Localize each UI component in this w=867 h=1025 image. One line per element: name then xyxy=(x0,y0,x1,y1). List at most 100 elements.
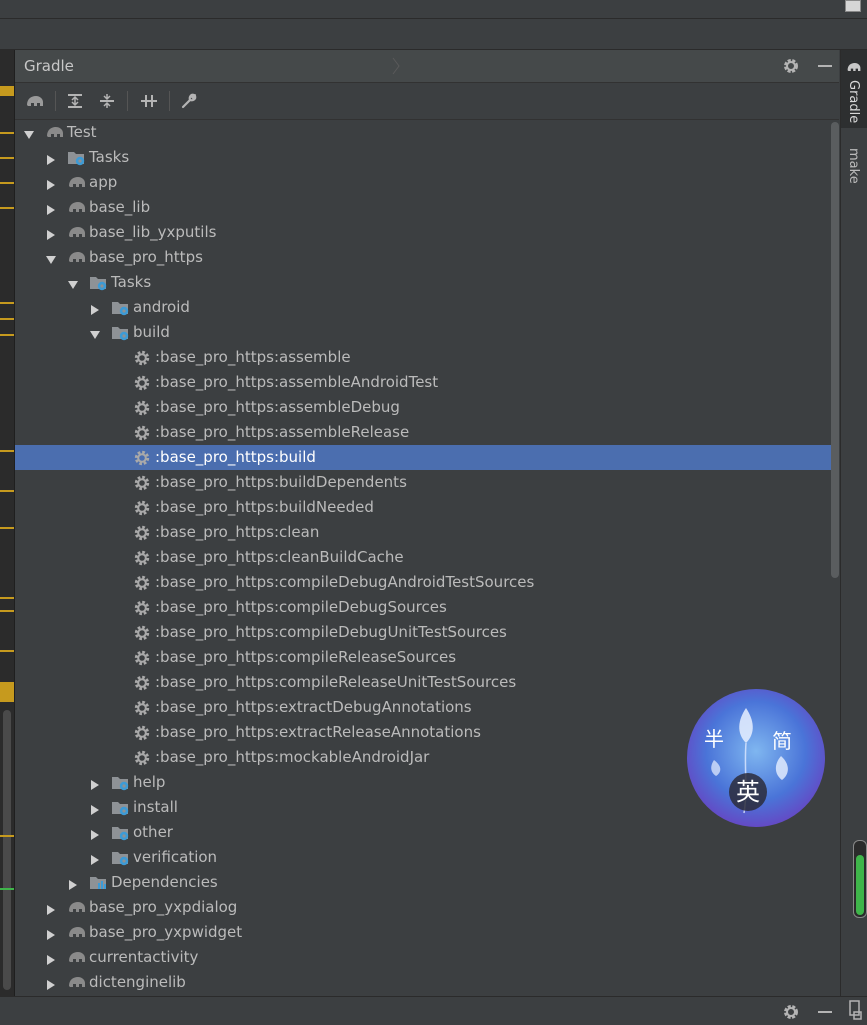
expand-arrow-icon[interactable] xyxy=(45,977,57,990)
tree-item[interactable]: :base_pro_https:assemble xyxy=(15,345,839,370)
collapse-all-icon[interactable] xyxy=(95,89,119,113)
tree-item[interactable]: :base_pro_https:assembleDebug xyxy=(15,395,839,420)
toggle-offline-icon[interactable] xyxy=(137,89,161,113)
expand-arrow-icon[interactable] xyxy=(45,202,57,215)
gutter-marker xyxy=(0,490,14,492)
minimize-icon[interactable] xyxy=(816,57,834,75)
tree-item-label: currentactivity xyxy=(89,948,199,966)
tab-gradle[interactable]: Gradle xyxy=(841,50,867,128)
tab-gradle-label: Gradle xyxy=(846,80,861,124)
tree-item-label: install xyxy=(133,798,178,816)
tree-item[interactable]: :base_pro_https:compileDebugAndroidTestS… xyxy=(15,570,839,595)
gear-icon xyxy=(133,424,151,442)
tree-item-label: build xyxy=(133,323,170,341)
tree-item[interactable]: :base_pro_https:compileReleaseSources xyxy=(15,645,839,670)
tasks-folder-icon xyxy=(111,324,129,342)
gear-icon xyxy=(133,599,151,617)
gear-icon xyxy=(133,449,151,467)
wrench-icon[interactable] xyxy=(177,89,201,113)
tree-item-label: dictenginelib xyxy=(89,973,186,991)
tree-item-label: :base_pro_https:compileReleaseSources xyxy=(155,648,457,666)
expand-all-icon[interactable] xyxy=(63,89,87,113)
tree-item[interactable]: base_lib xyxy=(15,195,839,220)
collapse-arrow-icon[interactable] xyxy=(23,127,35,139)
gutter-marker xyxy=(0,610,14,612)
expand-arrow-icon[interactable] xyxy=(89,777,101,790)
tree-item[interactable]: dictenginelib xyxy=(15,970,839,995)
expand-arrow-icon[interactable] xyxy=(45,177,57,190)
tasks-folder-icon xyxy=(111,299,129,317)
gear-icon xyxy=(133,749,151,767)
tree-item[interactable]: :base_pro_https:buildNeeded xyxy=(15,495,839,520)
expand-arrow-icon[interactable] xyxy=(45,927,57,940)
tree-item[interactable]: :base_pro_https:clean xyxy=(15,520,839,545)
tree-item-label: base_pro_https xyxy=(89,248,203,266)
tree-item[interactable]: currentactivity xyxy=(15,945,839,970)
expand-arrow-icon[interactable] xyxy=(89,302,101,315)
gutter-marker xyxy=(0,132,14,134)
tree-item-label: Tasks xyxy=(89,148,130,166)
gradle-elephant-icon[interactable] xyxy=(23,89,47,113)
gradle-elephant-icon xyxy=(67,924,85,942)
tree-item-label: :base_pro_https:assemble xyxy=(155,348,351,366)
tree-item[interactable]: :base_pro_https:assembleRelease xyxy=(15,420,839,445)
gradle-panel: Gradle TestTasksappbase_libbase_lib_ xyxy=(15,50,839,996)
panel-header-divider xyxy=(392,57,400,75)
tree-item-label: :base_pro_https:buildDependents xyxy=(155,473,407,491)
gear-icon xyxy=(133,399,151,417)
tree-item[interactable]: :base_pro_https:cleanBuildCache xyxy=(15,545,839,570)
tree-item[interactable]: :base_pro_https:compileDebugUnitTestSour… xyxy=(15,620,839,645)
collapse-arrow-icon[interactable] xyxy=(67,277,79,289)
main-toolbar xyxy=(0,19,867,50)
editor-scrollbar[interactable] xyxy=(3,710,11,990)
bottom-tool-bar xyxy=(0,996,867,1025)
gear-icon xyxy=(133,524,151,542)
tree-item[interactable]: Test xyxy=(15,120,839,145)
gradle-elephant-icon xyxy=(67,224,85,242)
expand-arrow-icon[interactable] xyxy=(89,802,101,815)
tree-item[interactable]: :base_pro_https:buildDependents xyxy=(15,470,839,495)
collapse-arrow-icon[interactable] xyxy=(89,327,101,339)
gear-icon xyxy=(133,699,151,717)
tree-scrollbar[interactable] xyxy=(831,122,839,578)
tree-item-label: help xyxy=(133,773,166,791)
gear-icon xyxy=(133,574,151,592)
tasks-folder-icon xyxy=(67,149,85,167)
tree-item[interactable]: :base_pro_https:build xyxy=(15,445,839,470)
collapse-arrow-icon[interactable] xyxy=(45,252,57,264)
tasks-folder-icon xyxy=(111,799,129,817)
expand-arrow-icon[interactable] xyxy=(89,852,101,865)
expand-arrow-icon[interactable] xyxy=(45,227,57,240)
tab-make[interactable]: make xyxy=(841,142,867,192)
expand-arrow-icon[interactable] xyxy=(45,152,57,165)
tree-item[interactable]: Dependencies xyxy=(15,870,839,895)
settings-gear-icon[interactable] xyxy=(782,57,800,75)
tree-item[interactable]: base_pro_yxpdialog xyxy=(15,895,839,920)
tree-item[interactable]: verification xyxy=(15,845,839,870)
settings-gear-icon[interactable] xyxy=(782,1003,800,1021)
tree-item[interactable]: Tasks xyxy=(15,270,839,295)
gutter-marker xyxy=(0,318,14,320)
tree-item[interactable]: build xyxy=(15,320,839,345)
tree-item[interactable]: app xyxy=(15,170,839,195)
gutter-marker xyxy=(0,835,14,837)
memory-indicator-fill xyxy=(856,855,864,915)
gear-icon xyxy=(133,349,151,367)
tree-item[interactable]: android xyxy=(15,295,839,320)
device-icon[interactable] xyxy=(848,1000,862,1024)
watermark-char: 英 xyxy=(736,778,760,806)
tree-item[interactable]: Tasks xyxy=(15,145,839,170)
expand-arrow-icon[interactable] xyxy=(45,952,57,965)
tree-item[interactable]: base_pro_yxpwidget xyxy=(15,920,839,945)
tree-item[interactable]: :base_pro_https:compileDebugSources xyxy=(15,595,839,620)
user-avatar-icon[interactable] xyxy=(845,0,861,12)
tree-item[interactable]: base_lib_yxputils xyxy=(15,220,839,245)
tree-item-label: :base_pro_https:cleanBuildCache xyxy=(155,548,404,566)
minimize-icon[interactable] xyxy=(816,1003,834,1021)
expand-arrow-icon[interactable] xyxy=(45,902,57,915)
tree-item[interactable]: :base_pro_https:assembleAndroidTest xyxy=(15,370,839,395)
tree-item[interactable]: base_pro_https xyxy=(15,245,839,270)
tree-item-label: app xyxy=(89,173,118,191)
expand-arrow-icon[interactable] xyxy=(67,877,79,890)
expand-arrow-icon[interactable] xyxy=(89,827,101,840)
